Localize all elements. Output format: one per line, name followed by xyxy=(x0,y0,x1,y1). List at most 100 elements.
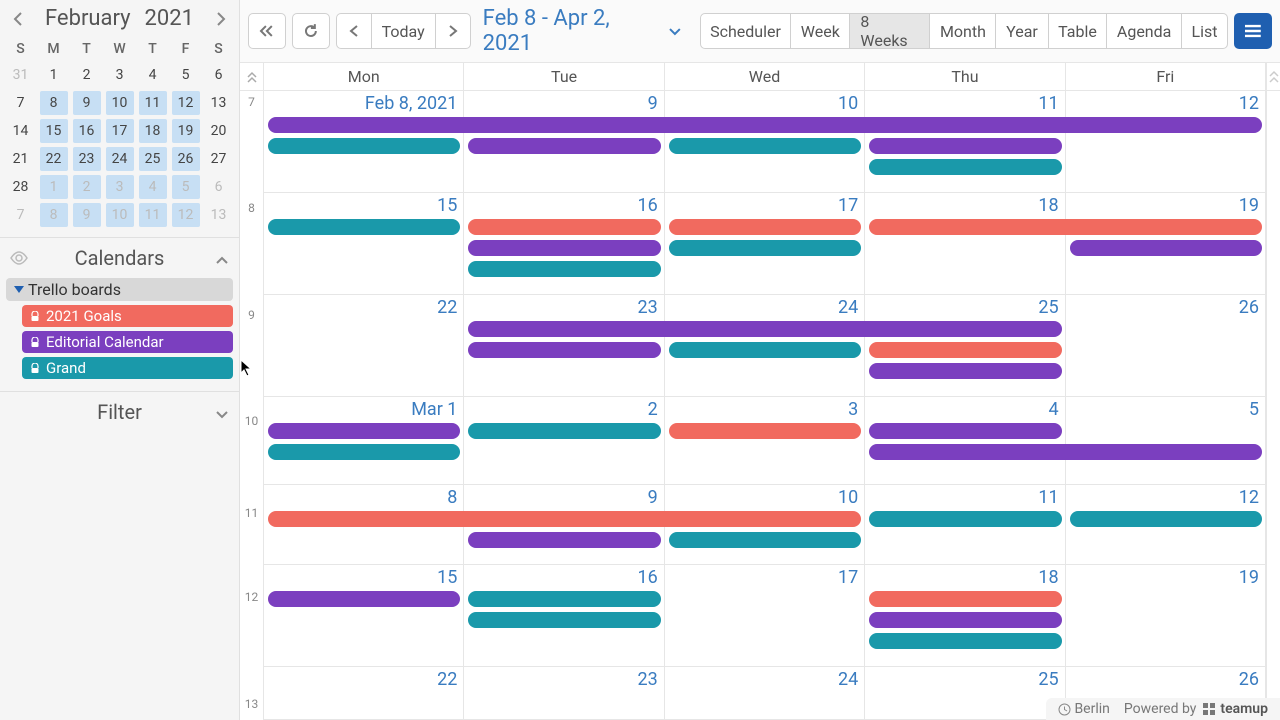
event-bar[interactable] xyxy=(268,444,460,460)
mini-day[interactable]: 15 xyxy=(37,117,70,145)
chevron-up-icon[interactable] xyxy=(215,246,229,270)
day-cell[interactable]: 4 xyxy=(865,397,1065,484)
day-cell[interactable]: 18 xyxy=(865,193,1065,294)
mini-day[interactable]: 27 xyxy=(202,145,235,173)
mini-day[interactable]: 26 xyxy=(169,145,202,173)
event-bar[interactable] xyxy=(268,511,861,527)
mini-day[interactable]: 13 xyxy=(202,89,235,117)
mini-day[interactable]: 31 xyxy=(4,61,37,89)
chevron-down-icon[interactable] xyxy=(215,400,229,424)
mini-day[interactable]: 8 xyxy=(37,89,70,117)
refresh-button[interactable] xyxy=(292,13,330,49)
day-cell[interactable]: 12 xyxy=(1066,91,1266,192)
mini-next-button[interactable] xyxy=(211,7,231,31)
mini-day[interactable]: 3 xyxy=(103,61,136,89)
event-bar[interactable] xyxy=(669,219,861,235)
event-bar[interactable] xyxy=(268,138,460,154)
mini-day[interactable]: 8 xyxy=(37,201,70,229)
event-bar[interactable] xyxy=(869,342,1061,358)
event-bar[interactable] xyxy=(468,612,660,628)
mini-day[interactable]: 4 xyxy=(136,61,169,89)
mini-day[interactable]: 2 xyxy=(70,61,103,89)
event-bar[interactable] xyxy=(468,138,660,154)
day-cell[interactable]: 22 xyxy=(264,667,464,719)
event-bar[interactable] xyxy=(869,219,1262,235)
timezone-label[interactable]: Berlin xyxy=(1058,701,1109,717)
mini-day[interactable]: 23 xyxy=(70,145,103,173)
view-button-week[interactable]: Week xyxy=(790,13,850,49)
mini-day[interactable]: 2 xyxy=(70,173,103,201)
day-cell[interactable]: Mar 1 xyxy=(264,397,464,484)
event-bar[interactable] xyxy=(669,240,861,256)
day-cell[interactable]: 17 xyxy=(665,565,865,666)
day-cell[interactable]: 15 xyxy=(264,565,464,666)
mini-day[interactable]: 6 xyxy=(202,173,235,201)
event-bar[interactable] xyxy=(669,138,861,154)
calendar-item[interactable]: Grand xyxy=(22,357,233,379)
event-bar[interactable] xyxy=(869,633,1061,649)
event-bar[interactable] xyxy=(869,612,1061,628)
view-button-list[interactable]: List xyxy=(1181,13,1228,49)
mini-day[interactable]: 16 xyxy=(70,117,103,145)
mini-day[interactable]: 18 xyxy=(136,117,169,145)
mini-day[interactable]: 4 xyxy=(136,173,169,201)
mini-day[interactable]: 1 xyxy=(37,173,70,201)
mini-day[interactable]: 20 xyxy=(202,117,235,145)
mini-day[interactable]: 14 xyxy=(4,117,37,145)
mini-day[interactable]: 6 xyxy=(202,61,235,89)
day-cell[interactable]: 24 xyxy=(665,667,865,719)
mini-day[interactable]: 10 xyxy=(103,89,136,117)
collapse-weeks-button[interactable] xyxy=(240,63,263,91)
day-cell[interactable]: 2 xyxy=(464,397,664,484)
powered-by[interactable]: Powered by teamup xyxy=(1124,701,1268,717)
expand-days-button[interactable] xyxy=(1267,63,1280,91)
mini-day[interactable]: 1 xyxy=(37,61,70,89)
event-bar[interactable] xyxy=(468,342,660,358)
mini-day[interactable]: 9 xyxy=(70,201,103,229)
event-bar[interactable] xyxy=(869,363,1061,379)
collapse-sidebar-button[interactable] xyxy=(248,13,286,49)
day-cell[interactable]: 5 xyxy=(1066,397,1266,484)
event-bar[interactable] xyxy=(869,591,1061,607)
event-bar[interactable] xyxy=(869,138,1061,154)
event-bar[interactable] xyxy=(268,591,460,607)
date-range-selector[interactable]: Feb 8 - Apr 2, 2021 xyxy=(477,6,688,56)
event-bar[interactable] xyxy=(669,423,861,439)
mini-day[interactable]: 11 xyxy=(136,201,169,229)
mini-day[interactable]: 5 xyxy=(169,173,202,201)
mini-prev-button[interactable] xyxy=(8,7,28,31)
menu-button[interactable] xyxy=(1234,13,1272,49)
event-bar[interactable] xyxy=(869,159,1061,175)
event-bar[interactable] xyxy=(669,532,861,548)
event-bar[interactable] xyxy=(268,117,1262,133)
calendar-item[interactable]: 2021 Goals xyxy=(22,305,233,327)
event-bar[interactable] xyxy=(468,219,660,235)
view-button-year[interactable]: Year xyxy=(995,13,1048,49)
day-cell[interactable]: 15 xyxy=(264,193,464,294)
mini-day[interactable]: 7 xyxy=(4,89,37,117)
event-bar[interactable] xyxy=(1070,511,1262,527)
event-bar[interactable] xyxy=(268,423,460,439)
mini-day[interactable]: 12 xyxy=(169,89,202,117)
event-bar[interactable] xyxy=(468,423,660,439)
filter-section-header[interactable]: Filter xyxy=(0,392,239,432)
today-button[interactable]: Today xyxy=(371,13,436,49)
next-range-button[interactable] xyxy=(435,13,471,49)
day-cell[interactable]: 19 xyxy=(1066,565,1266,666)
event-bar[interactable] xyxy=(468,321,1061,337)
mini-day[interactable]: 17 xyxy=(103,117,136,145)
day-cell[interactable]: 23 xyxy=(464,667,664,719)
day-cell[interactable]: 25 xyxy=(865,667,1065,719)
mini-day[interactable]: 21 xyxy=(4,145,37,173)
calendars-section-header[interactable]: Calendars xyxy=(0,238,239,278)
mini-day[interactable]: 3 xyxy=(103,173,136,201)
mini-day[interactable]: 5 xyxy=(169,61,202,89)
event-bar[interactable] xyxy=(869,444,1262,460)
mini-day[interactable]: 7 xyxy=(4,201,37,229)
calendar-group[interactable]: Trello boards xyxy=(6,278,233,301)
day-cell[interactable]: 26 xyxy=(1066,295,1266,396)
event-bar[interactable] xyxy=(468,532,660,548)
mini-calendar[interactable]: SMTWTFS311234567891011121314151617181920… xyxy=(0,37,239,229)
event-bar[interactable] xyxy=(1070,240,1262,256)
mini-day[interactable]: 10 xyxy=(103,201,136,229)
